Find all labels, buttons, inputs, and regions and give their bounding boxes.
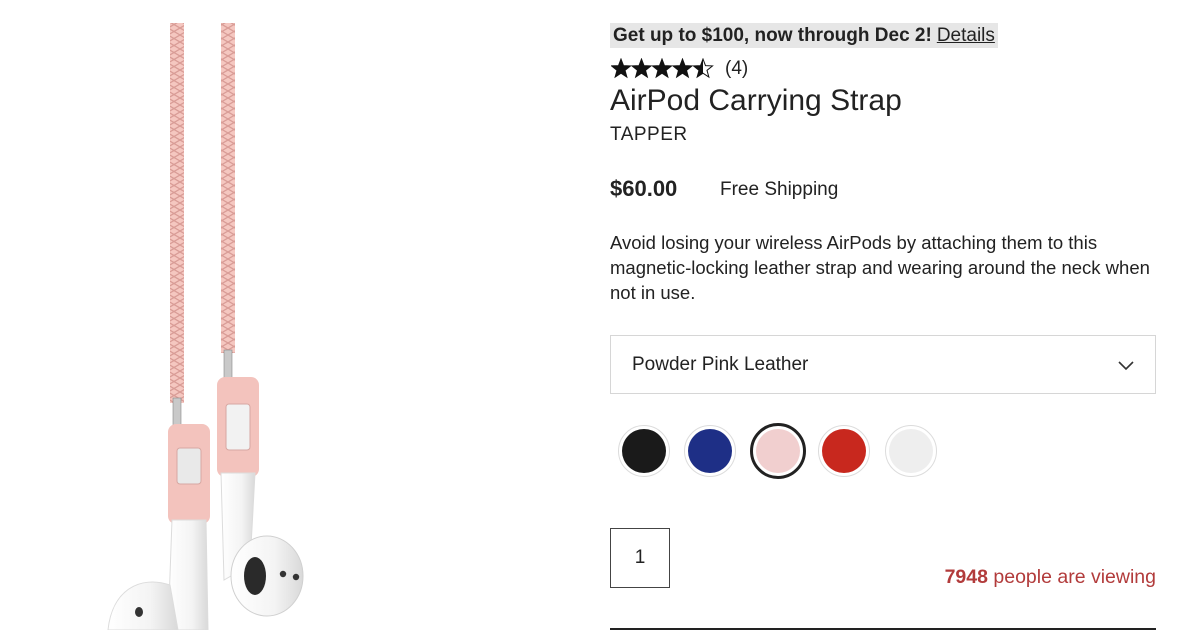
product-price: $60.00 — [610, 176, 678, 201]
swatch-pink[interactable] — [750, 423, 806, 479]
black-leather-swatch-icon — [622, 429, 666, 473]
product-title: AirPod Carrying Strap — [610, 84, 902, 117]
product-info: Get up to $100, now through Dec 2! Detail… — [610, 0, 1158, 630]
viewing-notice: 7948 people are viewing — [945, 564, 1156, 590]
variant-select[interactable]: Powder Pink Leather — [610, 335, 1156, 394]
promo-banner: Get up to $100, now through Dec 2! Detail… — [610, 23, 998, 48]
swatch-red[interactable] — [818, 425, 870, 477]
product-image — [60, 0, 360, 631]
variant-select-value: Powder Pink Leather — [632, 354, 809, 375]
product-brand[interactable]: TAPPER — [610, 124, 688, 146]
red-leather-swatch-icon — [822, 429, 866, 473]
rating-stars-icon — [611, 58, 714, 79]
swatch-navy[interactable] — [684, 425, 736, 477]
chevron-down-icon — [1118, 361, 1134, 371]
promo-text: Get up to $100, now through Dec 2! — [613, 25, 932, 46]
product-description: Avoid losing your wireless AirPods by at… — [610, 232, 1150, 303]
star-fill — [672, 59, 693, 78]
pink-leather-swatch-icon — [756, 429, 800, 473]
airpods-strap-illustration — [107, 23, 304, 631]
rating[interactable]: (4) — [611, 57, 748, 81]
navy-leather-swatch-icon — [688, 429, 732, 473]
shipping-note: Free Shipping — [720, 179, 839, 200]
star-fill — [631, 59, 652, 78]
viewing-label: people are viewing — [993, 566, 1156, 588]
swatch-white-marble[interactable] — [885, 425, 937, 477]
rating-count[interactable]: (4) — [725, 57, 748, 81]
viewing-count: 7948 — [944, 566, 988, 588]
quantity-input[interactable]: 1 — [610, 528, 670, 588]
star-fill — [611, 59, 631, 78]
promo-details-link[interactable]: Details — [937, 25, 995, 46]
swatch-black[interactable] — [618, 425, 670, 477]
star-fill — [652, 59, 672, 78]
white-marble-swatch-icon — [889, 429, 933, 473]
